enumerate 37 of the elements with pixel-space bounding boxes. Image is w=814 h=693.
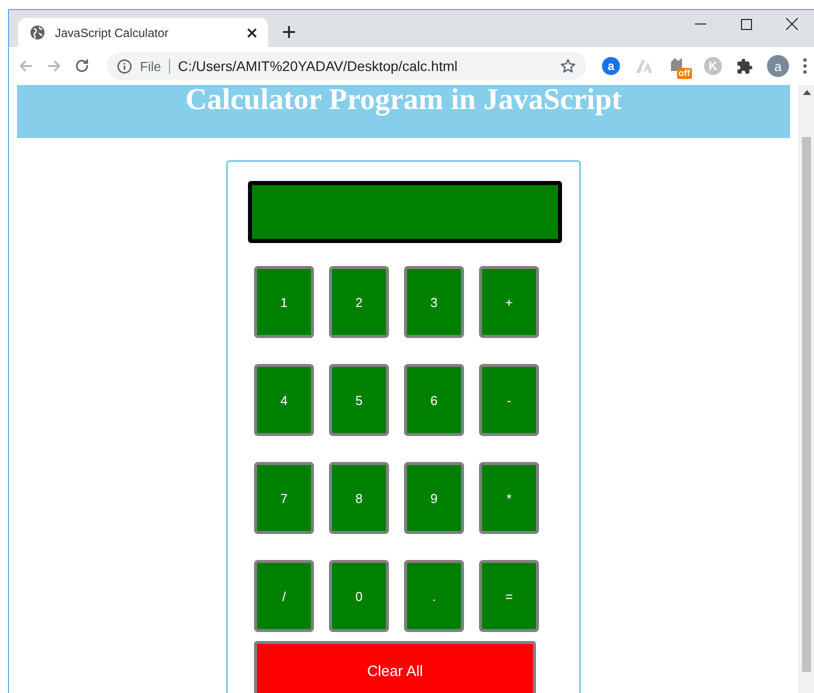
profile-avatar[interactable]: a: [767, 55, 789, 77]
scrollbar[interactable]: [798, 85, 814, 693]
star-icon[interactable]: [560, 58, 576, 74]
calculator-display[interactable]: [248, 181, 562, 243]
page-heading: Calculator Program in JavaScript: [184, 85, 623, 115]
scroll-up-icon[interactable]: [802, 89, 810, 95]
calculator-key[interactable]: 8: [329, 462, 389, 534]
calculator-key[interactable]: 3: [404, 266, 464, 338]
address-bar[interactable]: File C:/Users/AMIT%20YADAV/Desktop/calc.html: [107, 52, 586, 80]
calculator-key[interactable]: .: [404, 560, 464, 632]
calculator-key[interactable]: 9: [404, 462, 464, 534]
calculator-key[interactable]: =: [479, 560, 539, 632]
calculator-key[interactable]: +: [479, 266, 539, 338]
extension-button[interactable]: a: [602, 57, 620, 75]
scheme-label: File: [140, 58, 170, 74]
url-text: C:/Users/AMIT%20YADAV/Desktop/calc.html: [178, 58, 459, 74]
reload-button[interactable]: [73, 57, 91, 75]
menu-icon[interactable]: [803, 58, 807, 74]
extension-button[interactable]: off: [668, 55, 690, 77]
info-icon: [117, 58, 132, 74]
clear-all-button[interactable]: Clear All: [254, 641, 536, 693]
browser-tab[interactable]: JavaScript Calculator: [18, 18, 268, 47]
calculator-key[interactable]: 7: [254, 462, 314, 534]
calculator-key[interactable]: 5: [329, 364, 389, 436]
tab-title: JavaScript Calculator: [55, 26, 170, 40]
calculator-key[interactable]: 6: [404, 364, 464, 436]
calculator-key[interactable]: 0: [329, 560, 389, 632]
close-tab-icon[interactable]: [246, 26, 258, 38]
calculator-key[interactable]: /: [254, 560, 314, 632]
globe-icon: [30, 25, 45, 40]
calculator-key[interactable]: 1: [254, 266, 314, 338]
calculator-key[interactable]: *: [479, 462, 539, 534]
calculator-key[interactable]: 4: [254, 364, 314, 436]
calculator-key[interactable]: 2: [329, 266, 389, 338]
new-tab-icon[interactable]: [282, 25, 296, 39]
calculator-key[interactable]: -: [479, 364, 539, 436]
extensions-puzzle-icon[interactable]: [736, 58, 753, 74]
